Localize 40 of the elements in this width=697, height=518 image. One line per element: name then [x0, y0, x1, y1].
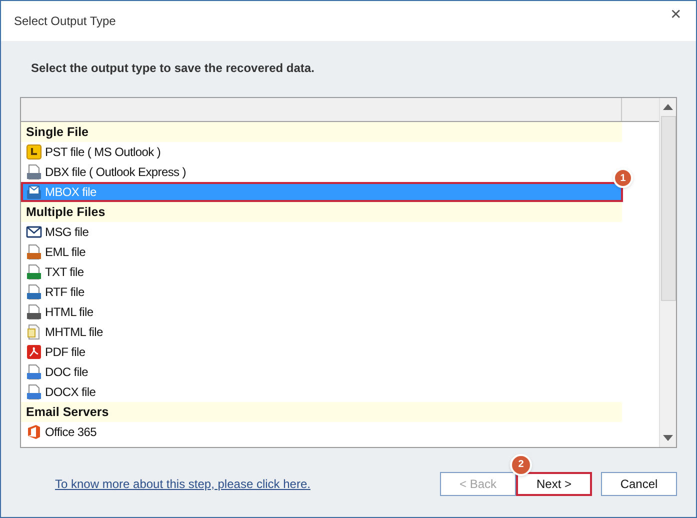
- list-item[interactable]: DBX file ( Outlook Express ): [21, 162, 190, 182]
- scrollbar-thumb[interactable]: [660, 116, 676, 301]
- file-icon: [26, 244, 42, 260]
- step-badge: 2: [510, 454, 532, 476]
- mail-tray-icon: [26, 184, 42, 200]
- dialog-button[interactable]: Cancel: [601, 472, 677, 496]
- help-link[interactable]: To know more about this step, please click here.: [55, 474, 310, 492]
- file-icon: [26, 164, 42, 180]
- envelope-icon: [26, 224, 42, 240]
- instruction-text: Select the output type to save the recovered data.: [31, 61, 314, 75]
- step-badge: 1: [613, 168, 633, 188]
- list-item[interactable]: MHTML file: [21, 322, 107, 342]
- list-item[interactable]: PST file ( MS Outlook ): [21, 142, 165, 162]
- list-item[interactable]: PDF file: [21, 342, 90, 362]
- dialog-button[interactable]: Next >: [516, 472, 592, 496]
- scroll-down-icon[interactable]: [663, 435, 673, 441]
- document-icon: [26, 324, 42, 340]
- list-item[interactable]: Office 365: [21, 422, 100, 442]
- file-icon: [26, 264, 42, 280]
- file-icon: [26, 304, 42, 320]
- list-item[interactable]: TXT file: [21, 262, 88, 282]
- file-icon: [26, 384, 42, 400]
- list-item[interactable]: RTF file: [21, 282, 88, 302]
- list-item[interactable]: DOC file: [21, 362, 92, 382]
- list-item[interactable]: EML file: [21, 242, 90, 262]
- window-title: Select Output Type: [14, 13, 116, 30]
- file-icon: [26, 284, 42, 300]
- group-header: Multiple Files: [21, 202, 622, 222]
- file-icon: [26, 364, 42, 380]
- scrollbar[interactable]: [659, 98, 676, 447]
- pdf-icon: [26, 344, 42, 360]
- group-header: Email Servers: [21, 402, 622, 422]
- close-button[interactable]: ✕: [664, 2, 688, 26]
- group-header: Single File: [21, 122, 622, 142]
- office-icon: [26, 424, 42, 440]
- list-item[interactable]: MSG file: [21, 222, 93, 242]
- list-item[interactable]: DOCX file: [21, 382, 100, 402]
- list-item[interactable]: HTML file: [21, 302, 98, 322]
- scroll-up-icon[interactable]: [663, 104, 673, 110]
- calendar-icon: [26, 144, 42, 160]
